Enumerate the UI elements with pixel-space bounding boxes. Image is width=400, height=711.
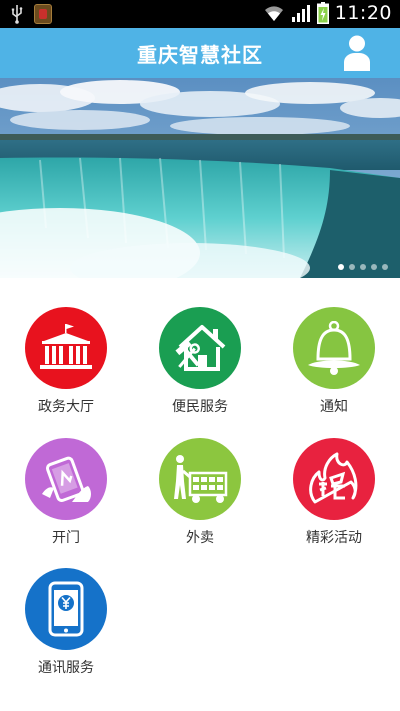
mobile-payment-icon — [25, 568, 107, 650]
tile-label: 开门 — [52, 530, 80, 546]
status-bar: 11:20 — [0, 0, 400, 28]
tile-label: 通知 — [320, 399, 348, 415]
bell-icon — [293, 307, 375, 389]
tile-label: 通讯服务 — [38, 660, 94, 676]
usb-icon — [10, 4, 24, 24]
tile-notifications[interactable]: 通知 — [274, 307, 394, 427]
page-title: 重庆智慧社区 — [137, 43, 263, 67]
tile-label: 政务大厅 — [38, 399, 94, 415]
tile-convenience-services[interactable]: 便民服务 — [140, 307, 260, 427]
app-header: 重庆智慧社区 — [0, 28, 400, 78]
tile-label: 便民服务 — [172, 399, 228, 415]
flame-grab-icon — [293, 438, 375, 520]
profile-button[interactable] — [342, 34, 372, 72]
app-notification-icon — [34, 4, 52, 24]
tile-government-hall[interactable]: 政务大厅 — [6, 307, 126, 427]
government-building-icon — [25, 307, 107, 389]
clock: 11:20 — [334, 2, 392, 24]
carousel-dot[interactable] — [338, 264, 344, 270]
signal-icon — [291, 3, 311, 23]
carousel-dot[interactable] — [371, 264, 377, 270]
carousel-dot[interactable] — [349, 264, 355, 270]
carousel-dot[interactable] — [360, 264, 366, 270]
banner-carousel[interactable] — [0, 78, 400, 278]
tile-telecom-services[interactable]: 通讯服务 — [6, 568, 126, 688]
banner-image-waterfall — [0, 78, 400, 278]
tile-open-door[interactable]: 开门 — [6, 438, 126, 558]
tile-label: 外卖 — [186, 530, 214, 546]
battery-charging-icon — [316, 2, 329, 24]
wifi-icon — [263, 3, 285, 23]
user-icon — [342, 35, 372, 76]
tile-events[interactable]: 精彩活动 — [274, 438, 394, 558]
delivery-cart-icon — [159, 438, 241, 520]
tile-label: 精彩活动 — [306, 530, 362, 546]
house-tools-icon — [159, 307, 241, 389]
tile-takeout[interactable]: 外卖 — [140, 438, 260, 558]
carousel-dot[interactable] — [382, 264, 388, 270]
carousel-indicator — [338, 264, 388, 270]
phone-unlock-icon — [25, 438, 107, 520]
